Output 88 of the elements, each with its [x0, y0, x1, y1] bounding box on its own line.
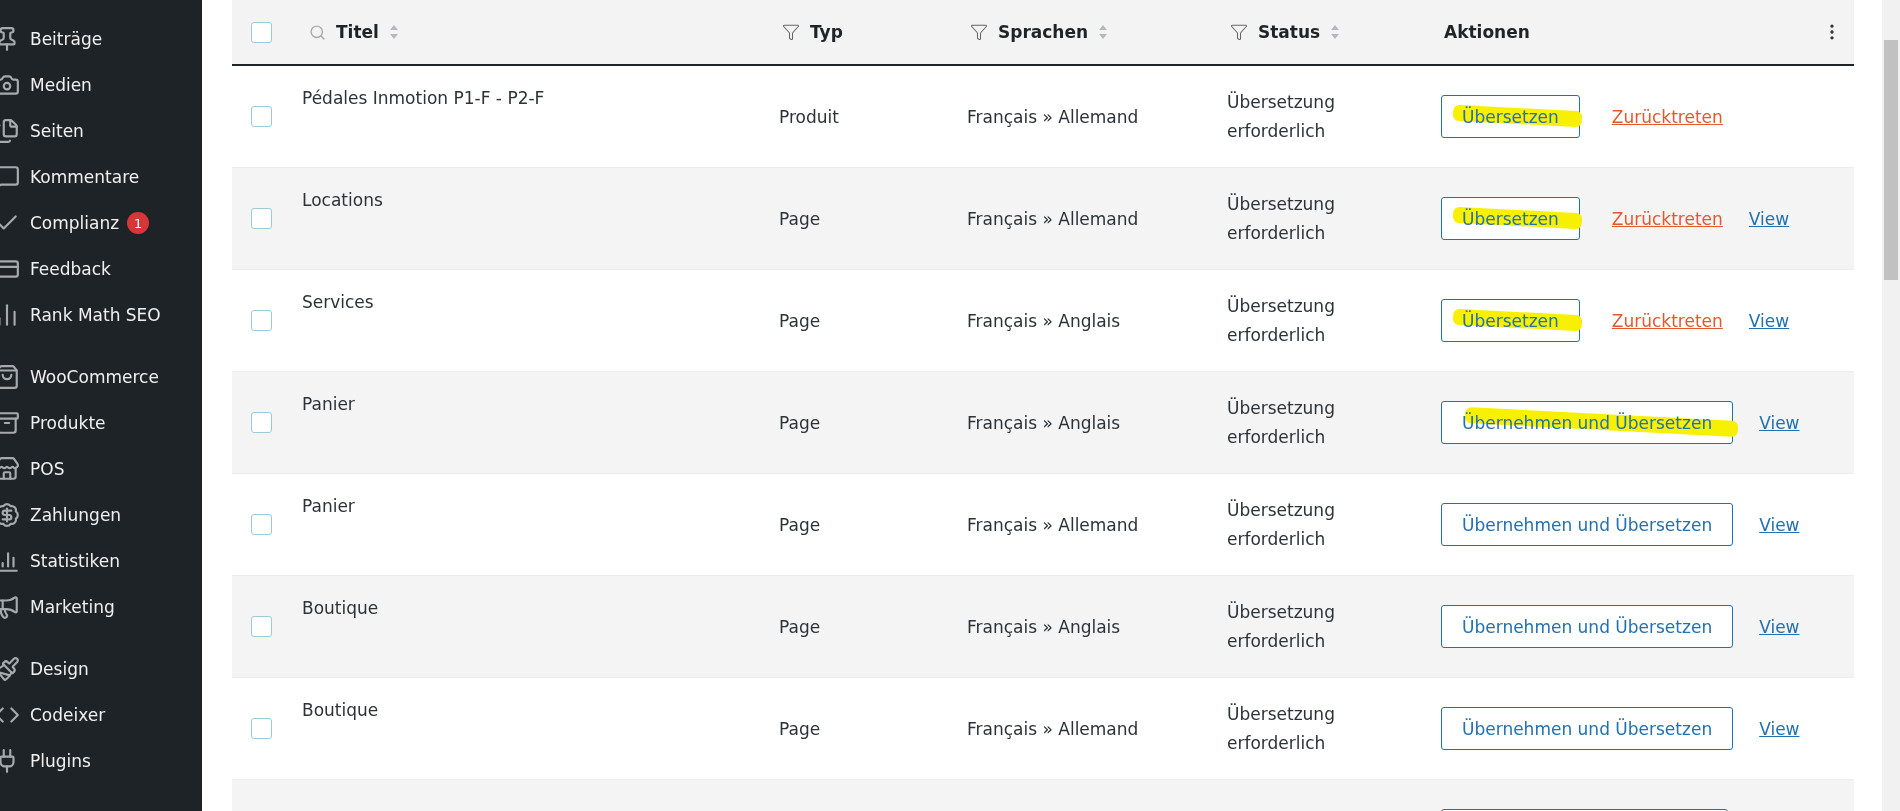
type-cell: Page — [779, 310, 821, 331]
sort-icon[interactable] — [1098, 24, 1109, 40]
pages-icon — [0, 118, 20, 144]
status-cell: Übersetzung erforderlich — [1227, 397, 1335, 447]
title-cell: Pédales Inmotion P1-F - P2-F — [302, 88, 545, 108]
column-header: Aktionen — [1444, 22, 1530, 42]
withdraw-link[interactable]: Zurücktreten — [1611, 310, 1723, 331]
megaphone-icon — [0, 594, 20, 620]
status-cell: Übersetzung erforderlich — [1227, 193, 1335, 243]
type-cell: Page — [779, 208, 821, 229]
title-cell: Locations — [302, 190, 383, 210]
status-cell: Übersetzung erforderlich — [1227, 601, 1335, 651]
translate-button[interactable]: Übersetzen — [1441, 95, 1580, 138]
sidebar-item[interactable]: Kommentare — [0, 154, 202, 200]
view-link[interactable]: View — [1759, 616, 1800, 637]
translate-button[interactable]: Übernehmen und Übersetzen — [1441, 707, 1734, 750]
row-checkbox[interactable] — [251, 412, 272, 433]
translate-button[interactable]: Übersetzen — [1441, 299, 1580, 342]
translate-button[interactable]: Übernehmen und Übersetzen — [1441, 605, 1734, 648]
row-checkbox[interactable] — [251, 514, 272, 535]
sidebar-item[interactable]: Zahlungen — [0, 492, 202, 538]
withdraw-link[interactable]: Zurücktreten — [1611, 106, 1723, 127]
row-checkbox[interactable] — [251, 616, 272, 637]
sidebar-item[interactable]: Plugins — [0, 738, 202, 784]
sidebar-item[interactable]: POS — [0, 446, 202, 492]
column-header: Titel — [336, 22, 379, 42]
column-header: Status — [1258, 22, 1321, 42]
sort-icon[interactable] — [388, 24, 399, 40]
select-all-checkbox[interactable] — [251, 21, 272, 43]
translate-button[interactable]: Übernehmen und Übersetzen — [1441, 503, 1734, 546]
sidebar-item[interactable]: Produkte — [0, 400, 202, 446]
shopping-bag-icon — [0, 364, 20, 390]
sidebar-item[interactable]: Medien — [0, 62, 202, 108]
filter-icon[interactable] — [1230, 23, 1248, 41]
scrollbar-thumb[interactable] — [1884, 40, 1898, 280]
type-cell: Page — [779, 514, 821, 535]
languages-cell: Français » Anglais — [967, 616, 1121, 637]
type-cell: Produit — [779, 106, 839, 127]
status-cell: Übersetzung erforderlich — [1227, 499, 1335, 549]
row-checkbox[interactable] — [251, 310, 272, 331]
type-cell: Page — [779, 616, 821, 637]
view-link[interactable]: View — [1748, 310, 1790, 331]
sidebar-item[interactable]: Rank Math SEO — [0, 292, 202, 338]
languages-cell: Français » Allemand — [967, 208, 1139, 229]
sidebar-item[interactable]: Statistiken — [0, 538, 202, 584]
filter-icon[interactable] — [782, 23, 800, 41]
row-checkbox[interactable] — [251, 208, 272, 229]
languages-cell: Français » Allemand — [967, 718, 1139, 739]
search-icon[interactable] — [309, 23, 326, 41]
dollar-icon — [0, 502, 20, 528]
title-cell: Services — [302, 292, 374, 312]
type-cell: Page — [779, 412, 821, 433]
view-link[interactable]: View — [1759, 718, 1800, 739]
status-cell: Übersetzung erforderlich — [1227, 703, 1335, 753]
paintbrush-icon — [0, 656, 20, 682]
sidebar-item[interactable]: WooCommerce — [0, 354, 202, 400]
view-link[interactable]: View — [1748, 208, 1790, 229]
sidebar-item[interactable]: Marketing — [0, 584, 202, 630]
title-cell: Boutique — [302, 700, 379, 720]
languages-cell: Français » Anglais — [967, 412, 1121, 433]
column-header: Typ — [810, 22, 843, 42]
languages-cell: Français » Allemand — [967, 514, 1139, 535]
sidebar-item[interactable]: Complianz 1 — [0, 200, 202, 246]
camera-icon — [0, 72, 20, 98]
archive-box-icon — [0, 410, 20, 436]
status-cell: Übersetzung erforderlich — [1227, 91, 1335, 141]
filter-icon[interactable] — [970, 23, 988, 41]
view-link[interactable]: View — [1759, 514, 1800, 535]
row-checkbox[interactable] — [251, 106, 272, 127]
type-cell: Page — [779, 718, 821, 739]
sidebar-item[interactable]: Design — [0, 646, 202, 692]
title-cell: Panier — [302, 496, 355, 516]
sort-icon[interactable] — [1330, 24, 1341, 40]
title-cell: Boutique — [302, 598, 379, 618]
languages-cell: Français » Allemand — [967, 106, 1139, 127]
view-link[interactable]: View — [1759, 412, 1800, 433]
sidebar-item[interactable]: Beiträge — [0, 16, 202, 62]
translate-button[interactable]: Übersetzen — [1441, 197, 1580, 240]
status-cell: Übersetzung erforderlich — [1227, 295, 1335, 345]
sidebar-item[interactable]: Seiten — [0, 108, 202, 154]
count-badge: 1 — [127, 212, 150, 234]
sidebar-item[interactable]: Feedback — [0, 246, 202, 292]
sidebar-item[interactable]: Codeixer — [0, 692, 202, 738]
store-icon — [0, 456, 20, 482]
column-header: Sprachen — [998, 22, 1089, 42]
title-cell: Panier — [302, 394, 355, 414]
row-checkbox[interactable] — [251, 718, 272, 739]
languages-cell: Français » Anglais — [967, 310, 1121, 331]
